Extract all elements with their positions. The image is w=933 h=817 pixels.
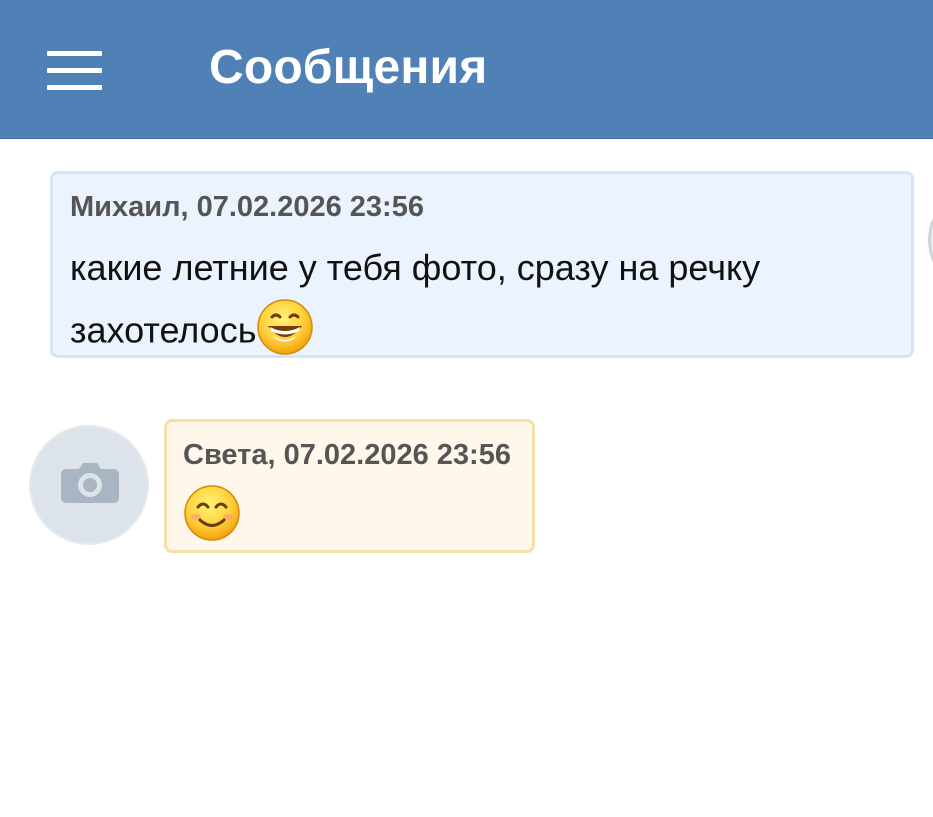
message-text-line: какие летние у тебя фото, сразу на речку: [70, 247, 761, 288]
message-meta: Света, 07.02.2026 23:56: [183, 439, 511, 471]
message-bubble[interactable]: Михаил, 07.02.2026 23:56 какие летние у …: [50, 171, 914, 358]
page-title: Сообщения: [209, 41, 488, 94]
smiling-face-emoji: [183, 484, 241, 547]
menu-button[interactable]: [30, 34, 120, 106]
message-text: [183, 484, 241, 547]
app-header: Сообщения: [0, 0, 933, 139]
message-bubble[interactable]: Света, 07.02.2026 23:56: [164, 419, 535, 553]
grinning-face-emoji: [256, 296, 314, 370]
hamburger-menu-icon: [47, 51, 102, 56]
message-text: какие летние у тебя фото, сразу на речку…: [70, 240, 890, 370]
hamburger-menu-icon-bar: [47, 85, 102, 90]
message-meta: Михаил, 07.02.2026 23:56: [70, 191, 424, 223]
message-text-line: захотелось: [70, 309, 257, 351]
camera-icon: [61, 463, 119, 503]
avatar[interactable]: [29, 425, 149, 545]
hamburger-menu-icon-bar: [47, 68, 102, 73]
avatar[interactable]: [928, 210, 933, 270]
message-list[interactable]: Михаил, 07.02.2026 23:56 какие летние у …: [0, 140, 933, 817]
